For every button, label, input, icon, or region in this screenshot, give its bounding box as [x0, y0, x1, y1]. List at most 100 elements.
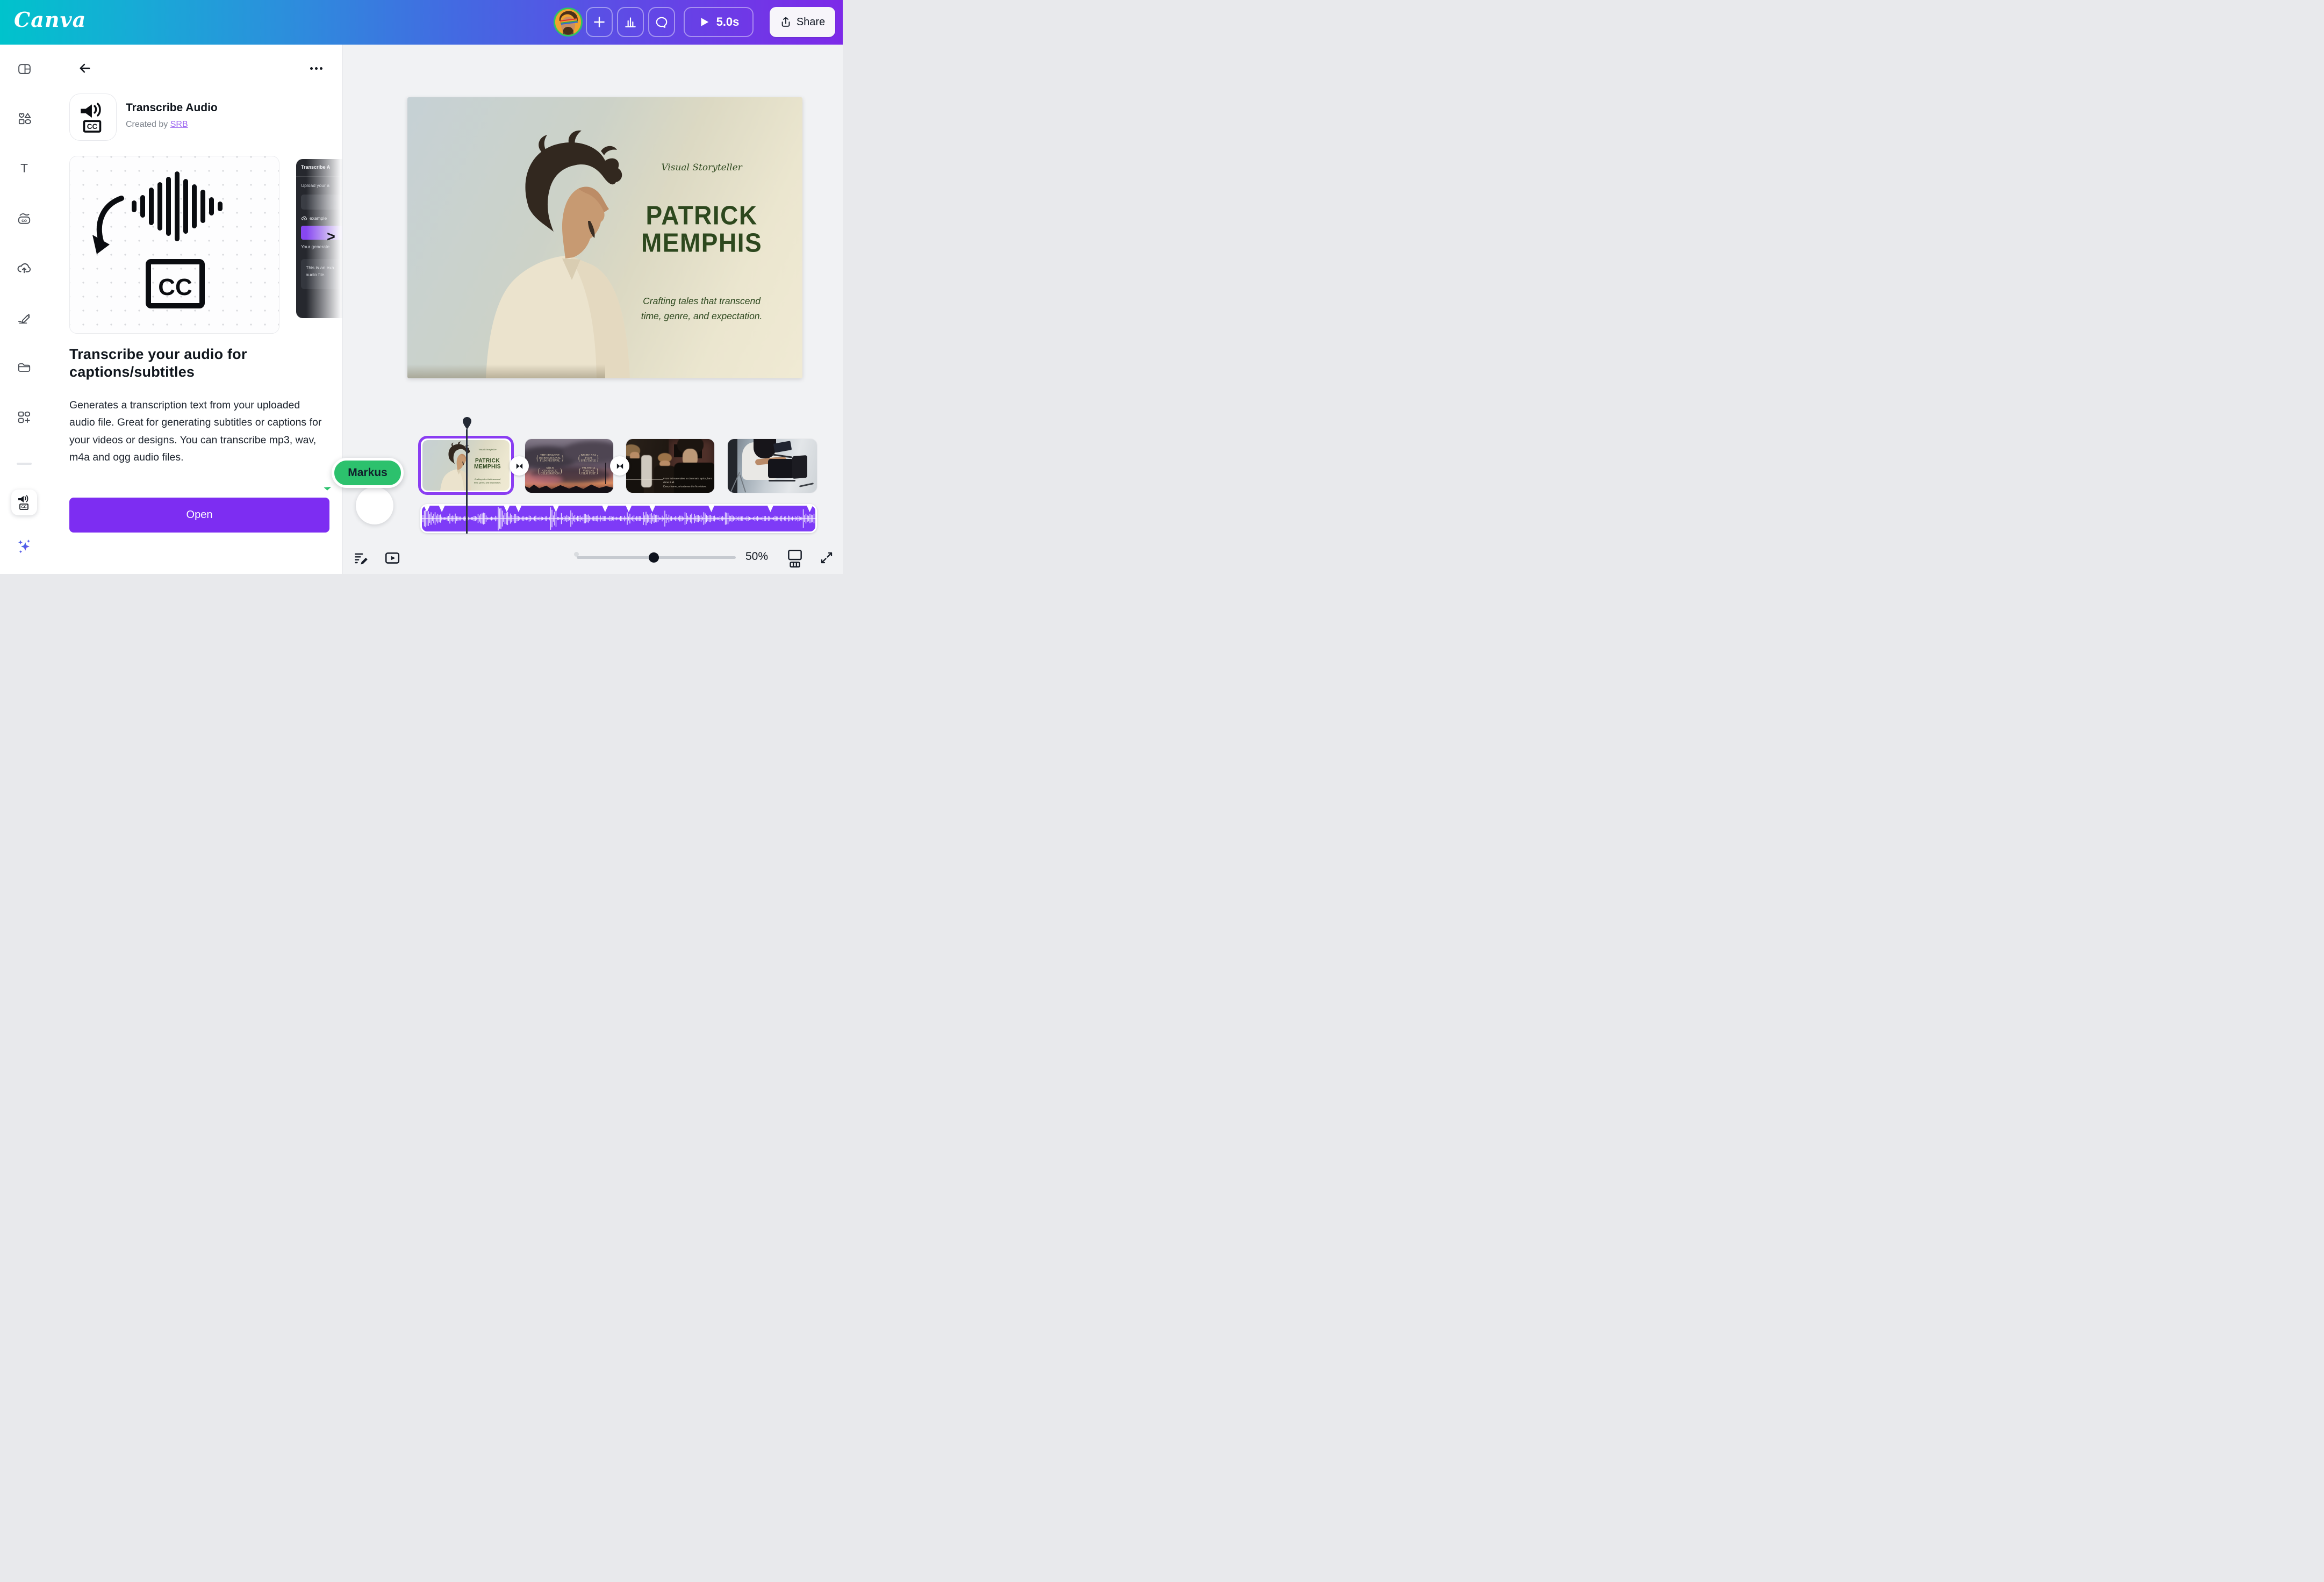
clip-caption: From intimate tales to cinematic epics, … — [663, 477, 714, 488]
text-icon: T — [17, 161, 32, 176]
canva-editor: Canva 5.0s — [0, 0, 843, 574]
play-button[interactable]: 5.0s — [684, 7, 754, 37]
transition-bowtie-icon — [615, 462, 625, 471]
author-link[interactable]: SRB — [170, 120, 188, 129]
canvas-subtitle-text[interactable]: Crafting tales that transcendtime, genre… — [613, 293, 791, 324]
canvas-eyebrow-text[interactable]: Visual Storyteller — [613, 162, 791, 173]
sidebar-item-design[interactable] — [11, 56, 37, 82]
play-icon — [698, 16, 710, 28]
screenshot-upload-label: Upload your a — [301, 183, 329, 188]
app-byline: Created by SRB — [126, 120, 188, 130]
fullscreen-button[interactable] — [817, 549, 836, 567]
draw-icon — [17, 310, 32, 325]
notes-button[interactable] — [352, 549, 371, 568]
sidebar-item-projects[interactable] — [11, 355, 37, 380]
transcribe-audio-app-icon: CC — [76, 100, 110, 134]
sidebar-item-uploads[interactable] — [11, 255, 37, 281]
playhead-pin-icon — [463, 417, 471, 429]
sidebar-item-text[interactable]: T — [11, 155, 37, 181]
play-window-icon — [384, 550, 400, 566]
screenshot-title: Transcribe A — [301, 164, 330, 170]
zoom-level-label: 50% — [745, 550, 768, 563]
design-canvas-page[interactable]: Visual Storyteller PATRICKMEMPHIS Crafti… — [407, 97, 802, 378]
presenter-view-button[interactable] — [383, 549, 402, 568]
notes-pencil-icon — [353, 550, 369, 566]
grid-view-icon — [786, 549, 804, 568]
screenshot-upload-field — [301, 195, 342, 210]
upload-cloud-icon — [301, 215, 307, 221]
horizon — [407, 364, 605, 378]
audio-track[interactable] — [420, 504, 817, 533]
create-design-button[interactable] — [586, 7, 613, 37]
app-title: Transcribe Audio — [126, 102, 218, 114]
bar-chart-icon — [623, 15, 637, 29]
app-description-heading: Transcribe your audio for captions/subti… — [69, 346, 300, 382]
elements-icon — [17, 111, 32, 126]
playhead-handle[interactable] — [463, 417, 471, 432]
carousel-next-button[interactable]: > — [327, 228, 335, 245]
open-app-button[interactable]: Open — [69, 498, 329, 533]
svg-text:CC: CC — [158, 274, 192, 300]
share-icon — [780, 16, 792, 28]
utility-pole — [605, 463, 606, 484]
duration-label: 5.0s — [716, 15, 740, 29]
comment-icon — [655, 15, 669, 29]
svg-text:T: T — [20, 162, 28, 175]
editor-stage: Visual Storyteller PATRICKMEMPHIS Crafti… — [342, 45, 843, 574]
share-button[interactable]: Share — [770, 7, 835, 37]
timeline-clip-2[interactable]: THE LUSANNE INTERNATIONAL FILM FESTIVAL … — [525, 439, 613, 493]
screenshot-generated-label: Your generate — [301, 244, 329, 249]
brand-icon: co — [17, 211, 32, 226]
screenshot-result-tile: This is an exaaudio file. — [301, 259, 342, 289]
share-label: Share — [797, 16, 825, 28]
timeline-clip-4[interactable] — [728, 439, 817, 493]
transition-bowtie-icon — [515, 462, 524, 471]
back-arrow-icon — [77, 61, 92, 76]
sidebar-item-elements[interactable] — [11, 106, 37, 132]
insights-button[interactable] — [617, 7, 644, 37]
expand-icon — [819, 550, 834, 565]
app-screenshot-carousel-item[interactable]: Transcribe A Upload your a example Your … — [296, 159, 342, 318]
uploads-icon — [16, 260, 32, 276]
back-button[interactable] — [74, 57, 96, 79]
zoom-slider-knob[interactable] — [649, 552, 659, 563]
sparkle-icon — [16, 538, 32, 554]
sidebar-item-brand[interactable]: co — [11, 205, 37, 231]
top-bar: Canva 5.0s — [0, 0, 843, 45]
projects-icon — [17, 360, 32, 375]
transition-button-1[interactable] — [510, 456, 529, 476]
user-avatar[interactable] — [554, 8, 583, 37]
comments-button[interactable] — [648, 7, 675, 37]
svg-text:co: co — [21, 218, 27, 223]
canva-assistant-button[interactable] — [10, 532, 38, 560]
audio-to-captions-illustration: CC — [70, 156, 278, 333]
more-options-button[interactable] — [305, 57, 327, 79]
app-preview-card: CC — [69, 156, 279, 334]
transcribe-audio-app-icon: CC — [16, 494, 32, 510]
canva-logo[interactable]: Canva — [14, 8, 86, 32]
rail-divider — [17, 463, 32, 465]
svg-text:CC: CC — [21, 506, 26, 509]
sidebar-item-apps[interactable] — [11, 405, 37, 430]
svg-text:CC: CC — [87, 123, 98, 131]
collaborator-bubble — [356, 487, 393, 524]
award-laurels: THE LUSANNE INTERNATIONAL FILM FESTIVAL … — [530, 452, 608, 478]
sidebar-item-draw[interactable] — [11, 305, 37, 330]
timeline-clip-3[interactable]: From intimate tales to cinematic epics, … — [626, 439, 714, 493]
design-icon — [17, 62, 32, 76]
caption-line — [626, 479, 663, 480]
screenshot-file-row: example — [301, 215, 327, 221]
audio-waveform — [422, 506, 815, 531]
app-panel: CC Transcribe Audio Created by SRB — [48, 45, 342, 574]
pages-view-button[interactable] — [785, 548, 805, 569]
icon-rail: T co — [0, 45, 48, 574]
collaborator-cursor-icon — [316, 480, 335, 502]
playhead-line[interactable] — [466, 429, 468, 534]
collaborator-name-pill: Markus — [332, 458, 404, 488]
canvas-title-text[interactable]: PATRICKMEMPHIS — [613, 202, 791, 256]
app-icon-card: CC — [69, 94, 117, 141]
apps-icon — [17, 410, 32, 425]
active-app-transcribe-audio[interactable]: CC — [11, 490, 37, 515]
screenshot-transcribe-button — [301, 226, 342, 240]
transition-button-2[interactable] — [610, 456, 629, 476]
